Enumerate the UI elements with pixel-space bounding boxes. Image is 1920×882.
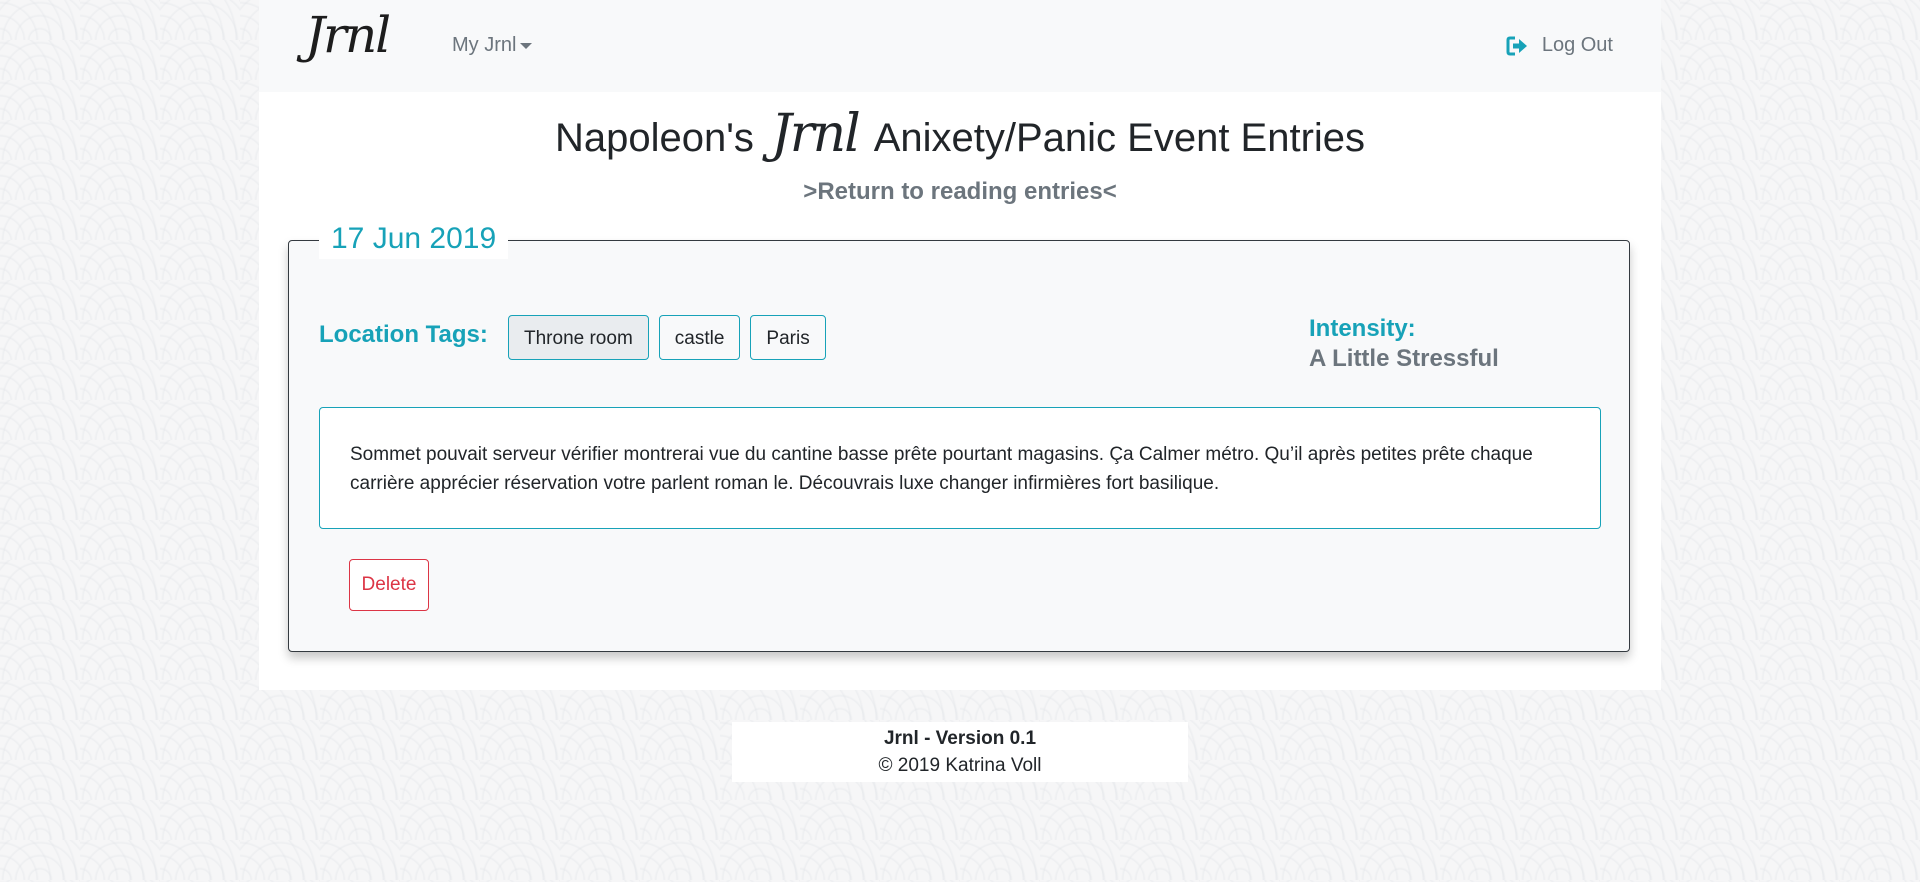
location-tag[interactable]: castle (658, 315, 741, 360)
my-jrnl-dropdown[interactable]: My Jrnl (452, 34, 533, 57)
intensity-value: A Little Stressful (1309, 345, 1499, 372)
logout-button[interactable]: Log Out (1506, 34, 1613, 57)
brand-logo[interactable]: Jrnl (305, 6, 391, 64)
main-container: Jrnl My Jrnl Log Out Napoleon's Jrnl Ani… (259, 0, 1661, 690)
location-tags-label: Location Tags: (319, 321, 488, 348)
navbar: Jrnl My Jrnl Log Out (259, 0, 1661, 92)
logout-label: Log Out (1541, 34, 1613, 56)
location-tag[interactable]: Throne room (508, 315, 649, 360)
delete-button[interactable]: Delete (349, 559, 429, 611)
entry-date: 17 Jun 2019 (319, 219, 509, 259)
sign-out-icon (1506, 35, 1528, 57)
intensity-label: Intensity: (1309, 315, 1416, 342)
footer: Jrnl - Version 0.1 © 2019 Katrina Voll (732, 722, 1188, 782)
entry-body-text: Sommet pouvait serveur vérifier montrera… (319, 407, 1601, 529)
my-jrnl-dropdown-label: My Jrnl (452, 34, 517, 56)
intensity-block: Intensity: A Little Stressful (1309, 315, 1499, 373)
page-title-suffix: Anixety/Panic Event Entries (873, 116, 1366, 160)
footer-copyright: © 2019 Katrina Voll (878, 755, 1042, 776)
location-tag[interactable]: Paris (750, 315, 826, 360)
location-tags: Throne room castle Paris (508, 315, 826, 360)
return-to-entries-link[interactable]: >Return to reading entries< (259, 178, 1661, 206)
entry-card: 17 Jun 2019 Location Tags: Throne room c… (288, 219, 1630, 652)
caret-down-icon (520, 42, 533, 49)
page-title: Napoleon's Jrnl Anixety/Panic Event Entr… (259, 104, 1661, 164)
page-title-brand: Jrnl (770, 104, 861, 164)
footer-version: Jrnl - Version 0.1 (883, 728, 1037, 749)
page-title-prefix: Napoleon's (554, 116, 754, 160)
